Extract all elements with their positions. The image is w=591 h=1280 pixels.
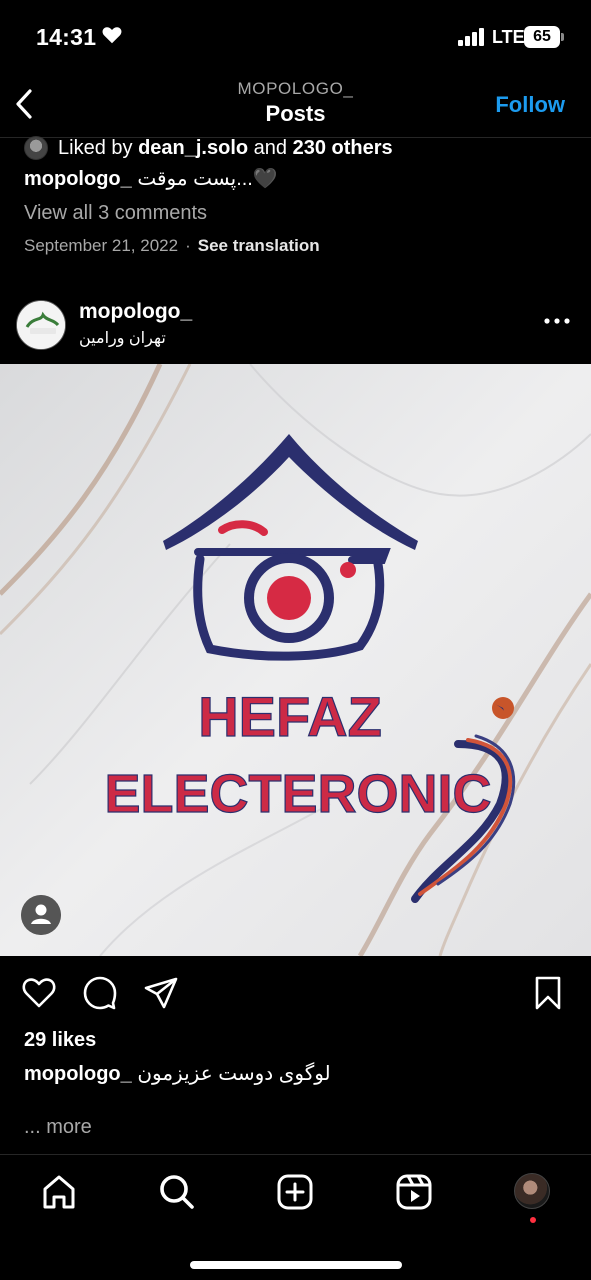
home-icon[interactable] <box>39 1172 79 1212</box>
like-heart-icon[interactable] <box>21 975 57 1011</box>
create-post-icon[interactable] <box>275 1172 315 1212</box>
logo-line2: ELECTERONIC <box>104 764 491 824</box>
notification-dot <box>530 1217 536 1223</box>
see-translation-link[interactable]: See translation <box>198 236 320 255</box>
liked-and: and <box>253 136 288 159</box>
view-all-comments[interactable]: View all 3 comments <box>24 202 207 225</box>
network-type: LTE <box>492 27 525 47</box>
post-caption: mopologo_ لوگوی دوست عزیزمون <box>24 1061 331 1086</box>
caption-username[interactable]: mopologo_ <box>24 1063 132 1085</box>
more-options-icon[interactable] <box>543 314 571 328</box>
post-avatar[interactable] <box>16 300 66 350</box>
battery-icon: 65 <box>524 26 564 48</box>
liked-prefix: Liked by <box>58 136 133 159</box>
reels-icon[interactable] <box>394 1172 434 1212</box>
home-indicator <box>190 1261 402 1269</box>
liked-user-link[interactable]: dean_j.solo <box>138 137 248 160</box>
post-header: mopologo_ تهران ورامین <box>0 298 591 360</box>
share-icon[interactable] <box>143 975 179 1011</box>
logo-line1: HEFAZ <box>198 685 382 748</box>
post-image[interactable]: HEFAZ ELECTERONIC <box>0 364 591 956</box>
previous-caption: mopologo_ پست موقت...🖤 <box>24 166 278 191</box>
post-actions <box>0 970 591 1016</box>
search-icon[interactable] <box>157 1172 197 1212</box>
heart-icon <box>102 27 122 44</box>
follow-button[interactable]: Follow <box>495 92 565 118</box>
signal-icon <box>458 28 484 46</box>
status-time: 14:31 <box>36 24 97 50</box>
liked-others-link[interactable]: 230 others <box>293 137 393 160</box>
liked-by-row[interactable]: Liked by dean_j.solo and 230 others <box>24 134 393 162</box>
logo-artwork: HEFAZ ELECTERONIC <box>0 364 591 956</box>
date-separator: · <box>185 236 191 255</box>
liked-by-avatar <box>24 136 48 160</box>
profile-avatar[interactable] <box>514 1173 550 1209</box>
caption-text: پست موقت...🖤 <box>137 168 278 190</box>
likes-count[interactable]: 29 likes <box>24 1029 96 1052</box>
caption-text: لوگوی دوست عزیزمون <box>137 1063 331 1085</box>
status-bar: 14:31 LTE 65 <box>0 0 591 74</box>
caption-username[interactable]: mopologo_ <box>24 168 132 190</box>
user-tag-icon[interactable] <box>21 895 61 935</box>
nav-header: MOPOLOGO_ Posts Follow <box>0 74 591 138</box>
save-bookmark-icon[interactable] <box>530 975 566 1011</box>
post-date: September 21, 2022 <box>24 236 179 255</box>
comment-icon[interactable] <box>82 975 118 1011</box>
battery-level: 65 <box>533 28 551 45</box>
caption-more-link[interactable]: ... more <box>24 1116 92 1139</box>
post-date-row: September 21, 2022 · See translation <box>24 236 320 256</box>
post-username[interactable]: mopologo_ <box>79 300 192 324</box>
post-location[interactable]: تهران ورامین <box>79 328 166 348</box>
bottom-tab-bar <box>0 1154 591 1280</box>
